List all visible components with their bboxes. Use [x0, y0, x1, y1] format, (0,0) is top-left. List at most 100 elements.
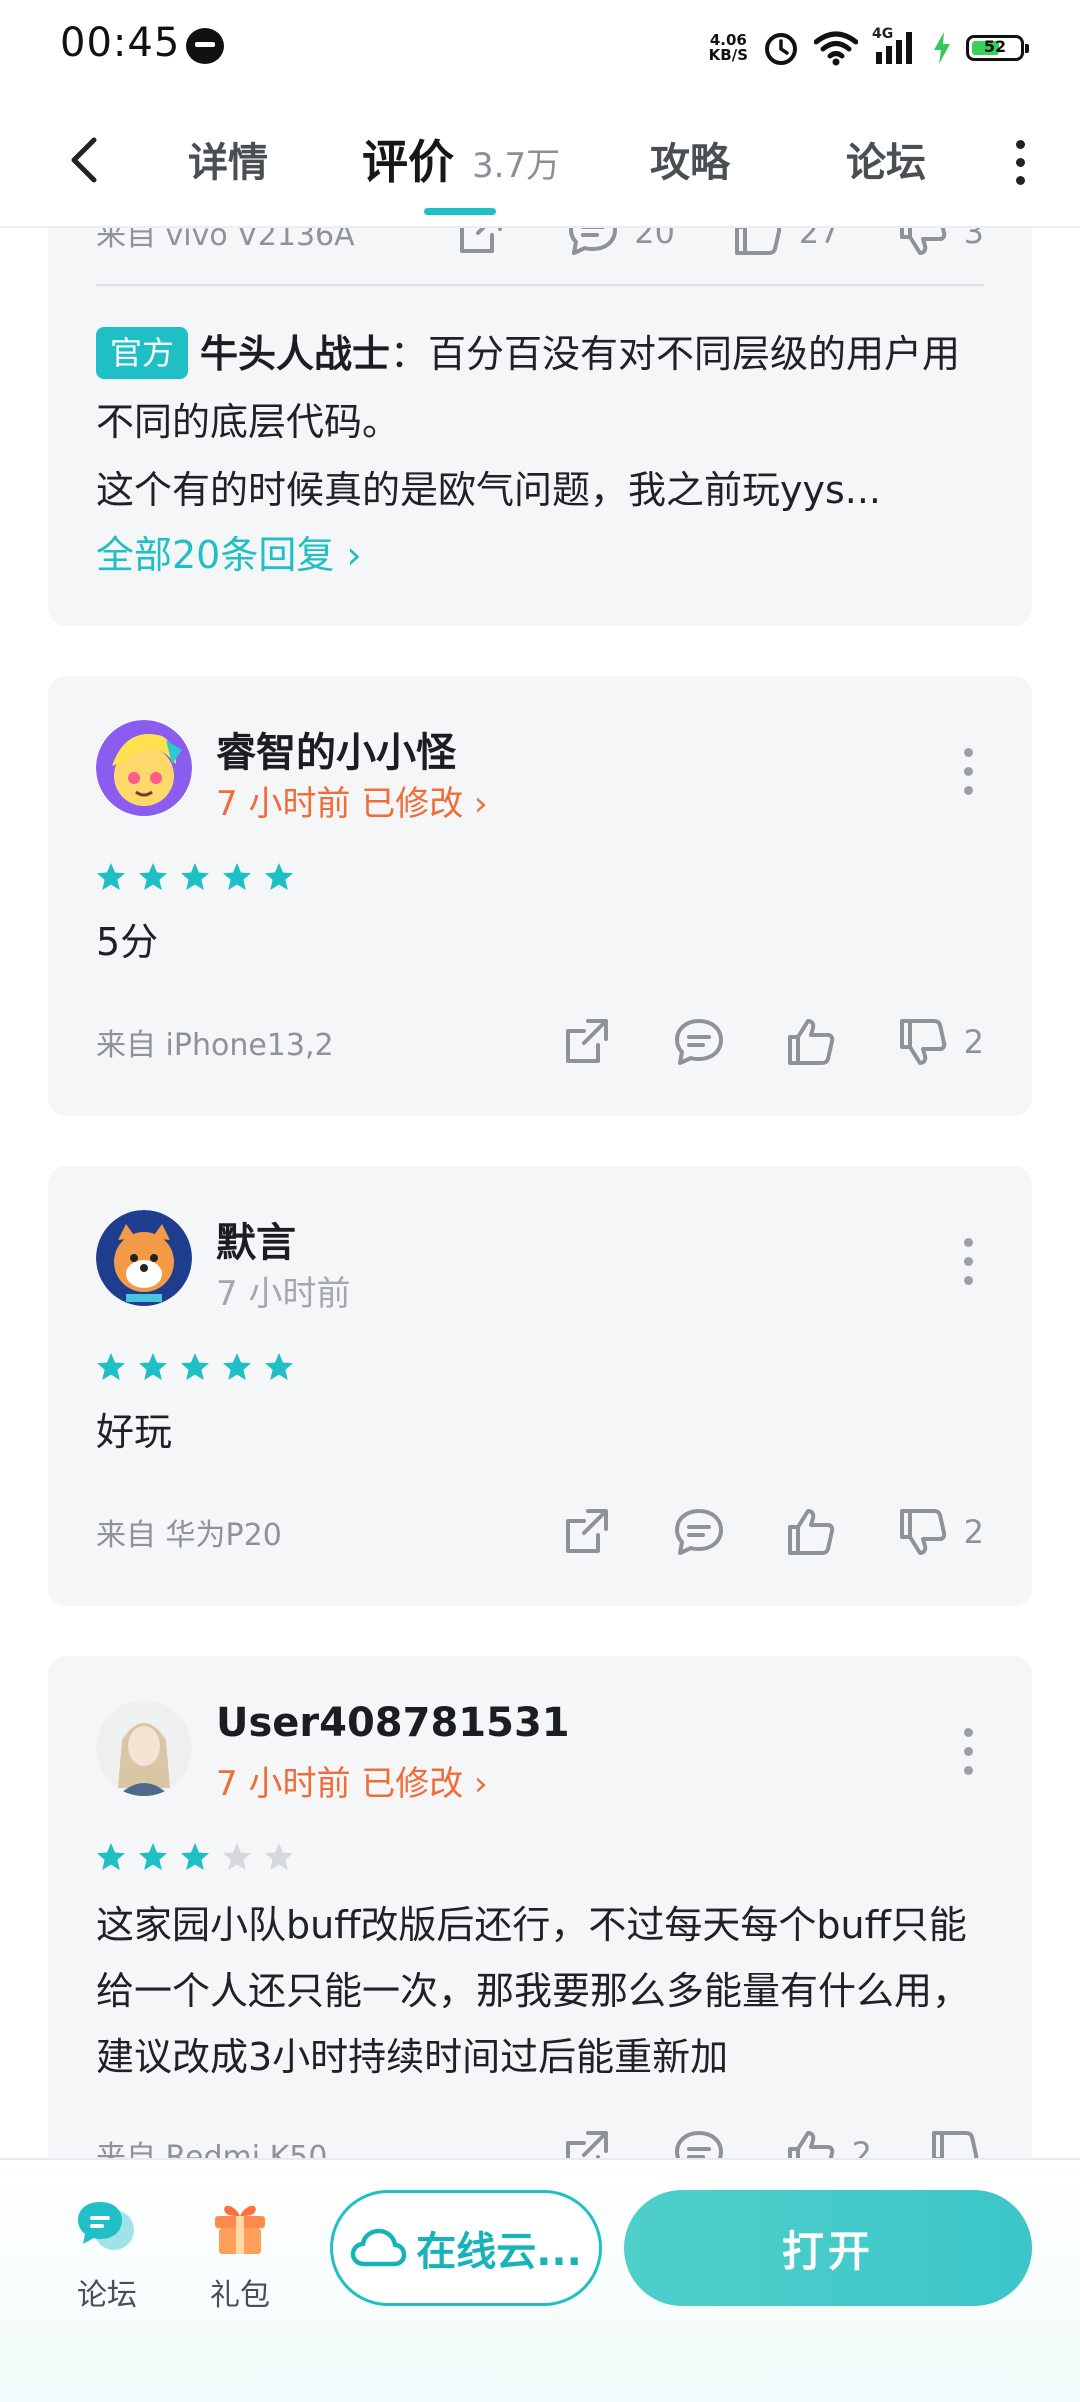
review-more-icon[interactable]	[964, 1728, 976, 1785]
status-time: 00:45	[60, 20, 181, 66]
like-button[interactable]	[782, 1013, 840, 1071]
dislike-button[interactable]: 2	[894, 1013, 984, 1071]
tab-forum[interactable]: 论坛	[846, 130, 926, 188]
review-more-icon[interactable]	[964, 1238, 976, 1295]
like-button[interactable]: 2	[782, 2125, 872, 2158]
thumbs-down-icon	[899, 1019, 946, 1065]
comment-button[interactable]	[670, 1013, 728, 1071]
review-card: User408781531 7 小时前 已修改 › 这家园小队buff改版后还行…	[48, 1656, 1032, 2158]
like-count: 2	[851, 2135, 872, 2158]
like-button[interactable]: 27	[729, 228, 840, 261]
comment-button[interactable]	[670, 2125, 728, 2158]
dislike-button[interactable]: 3	[894, 228, 984, 261]
star-filled-icon	[181, 1353, 209, 1380]
dislike-button[interactable]	[926, 2125, 984, 2158]
back-arrow-icon[interactable]	[56, 130, 116, 190]
device-label: 来自 iPhone13,2	[96, 1028, 334, 1063]
net-speed-unit: KB/S	[708, 46, 748, 64]
star-filled-icon	[139, 1843, 167, 1870]
username[interactable]: User408781531	[216, 1700, 570, 1746]
review-more-icon[interactable]	[964, 748, 976, 805]
tab-guides[interactable]: 攻略	[650, 130, 730, 188]
all-replies-link[interactable]: 全部20条回复 ›	[96, 524, 362, 579]
reply-text-2: 这个有的时候真的是欧气问题，我之前玩yys...	[96, 468, 882, 512]
open-button[interactable]: 打开	[624, 2190, 1032, 2306]
bottom-action-bar: 论坛 礼包 在线云... 打开	[0, 2158, 1080, 2402]
dislike-button[interactable]: 2	[894, 1503, 984, 1561]
review-count: 3.7万	[472, 146, 561, 186]
gift-button[interactable]: 礼包	[185, 2196, 295, 2314]
thumbs-up-icon	[734, 228, 782, 255]
cloud-icon	[350, 2228, 407, 2267]
tab-reviews[interactable]: 评价	[362, 126, 454, 192]
review-text: 5分	[96, 920, 159, 964]
divider	[96, 284, 984, 286]
share-button[interactable]	[558, 1013, 616, 1071]
avatar-image	[96, 720, 192, 816]
share-icon	[460, 228, 503, 253]
active-tab-indicator	[424, 208, 496, 215]
avatar[interactable]	[96, 720, 192, 816]
forum-button[interactable]: 论坛	[52, 2196, 162, 2314]
share-icon	[565, 2131, 608, 2158]
review-actions: 来自 华为P20 2	[96, 1502, 984, 1562]
forum-icon	[78, 2202, 134, 2250]
review-list: 来自 vivo V2136A 20 27 3 官方 牛头人战士：百分百没有对不同层…	[0, 228, 1080, 2158]
dislike-count: 2	[963, 1513, 984, 1551]
username[interactable]: 睿智的小小怪	[216, 720, 456, 778]
avatar[interactable]	[96, 1700, 192, 1796]
reply-author[interactable]: 牛头人战士	[200, 332, 390, 376]
share-button[interactable]	[558, 1503, 616, 1561]
comment-count: 20	[634, 228, 675, 251]
status-icons: 4.06 KB/S 4G 52	[709, 26, 1029, 70]
star-rating	[96, 1352, 294, 1382]
share-button[interactable]	[452, 228, 510, 261]
net-speed: 4.06 KB/S	[709, 33, 748, 63]
cloud-play-button[interactable]: 在线云...	[330, 2190, 602, 2306]
review-actions: 来自 Redmi K50 2	[96, 2124, 984, 2158]
star-filled-icon	[265, 863, 293, 890]
comment-button[interactable]: 20	[564, 228, 675, 261]
review-time: 7 小时前	[216, 1274, 351, 1314]
signal-4g-icon: 4G	[872, 26, 918, 66]
star-filled-icon	[139, 1353, 167, 1380]
star-filled-icon	[97, 863, 125, 890]
star-filled-icon	[181, 863, 209, 890]
message-notification-icon	[186, 28, 224, 64]
star-filled-icon	[181, 1843, 209, 1870]
share-button[interactable]	[558, 2125, 616, 2158]
official-badge: 官方	[96, 327, 189, 379]
thumbs-up-icon	[787, 2131, 834, 2158]
dislike-count: 3	[963, 228, 984, 251]
comment-button[interactable]	[670, 1503, 728, 1561]
comment-icon	[674, 1509, 723, 1555]
forum-label: 论坛	[77, 2278, 137, 2313]
like-count: 27	[798, 228, 840, 251]
star-rating	[96, 1842, 294, 1872]
more-menu-icon[interactable]	[1000, 136, 1040, 186]
review-time-edited[interactable]: 7 小时前 已修改 ›	[216, 776, 488, 825]
star-filled-icon	[223, 863, 251, 890]
dislike-count: 2	[963, 1023, 984, 1061]
network-type: 4G	[872, 26, 894, 42]
status-bar: 00:45 4.06 KB/S 4G 52	[0, 0, 1080, 96]
username[interactable]: 默言	[216, 1210, 296, 1268]
star-filled-icon	[139, 863, 167, 890]
thumbs-down-icon	[932, 2131, 979, 2158]
review-time-edited[interactable]: 7 小时前 已修改 ›	[216, 1756, 488, 1805]
alarm-icon	[765, 33, 797, 65]
star-empty-icon	[265, 1843, 293, 1870]
official-reply: 官方 牛头人战士：百分百没有对不同层级的用户用不同的底层代码。 这个有的时候真的是…	[96, 320, 996, 524]
avatar[interactable]	[96, 1210, 192, 1306]
thumbs-up-icon	[787, 1509, 834, 1555]
comment-icon	[674, 1019, 723, 1065]
gift-icon	[215, 2205, 265, 2254]
tab-details[interactable]: 详情	[188, 130, 268, 188]
comment-icon	[569, 228, 618, 255]
device-label: 来自 华为P20	[96, 1518, 282, 1553]
like-button[interactable]	[782, 1503, 840, 1561]
review-actions: 来自 iPhone13,2 2	[96, 1012, 984, 1072]
thumbs-down-icon	[899, 1509, 946, 1555]
star-filled-icon	[97, 1843, 125, 1870]
thumbs-down-icon	[899, 228, 946, 255]
